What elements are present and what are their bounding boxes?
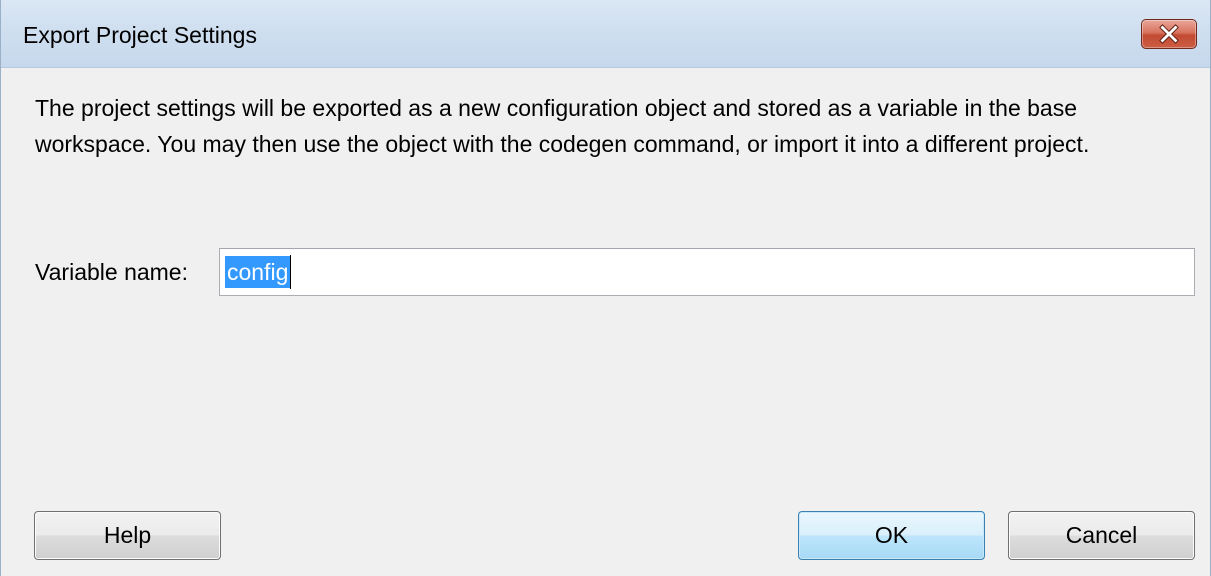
description-text: The project settings will be exported as… bbox=[35, 95, 1090, 157]
help-button[interactable]: Help bbox=[34, 511, 221, 560]
text-caret bbox=[290, 255, 291, 289]
close-button[interactable] bbox=[1141, 19, 1197, 49]
variable-name-input[interactable]: config bbox=[219, 248, 1195, 296]
dialog-title: Export Project Settings bbox=[23, 22, 257, 48]
close-icon bbox=[1159, 24, 1179, 44]
title-bar[interactable]: Export Project Settings bbox=[1, 0, 1210, 68]
export-project-settings-dialog: Export Project Settings The project sett… bbox=[0, 0, 1211, 576]
variable-name-label: Variable name: bbox=[35, 259, 188, 285]
cancel-button[interactable]: Cancel bbox=[1008, 511, 1195, 560]
variable-name-value[interactable]: config bbox=[225, 256, 291, 288]
ok-button[interactable]: OK bbox=[798, 511, 985, 560]
